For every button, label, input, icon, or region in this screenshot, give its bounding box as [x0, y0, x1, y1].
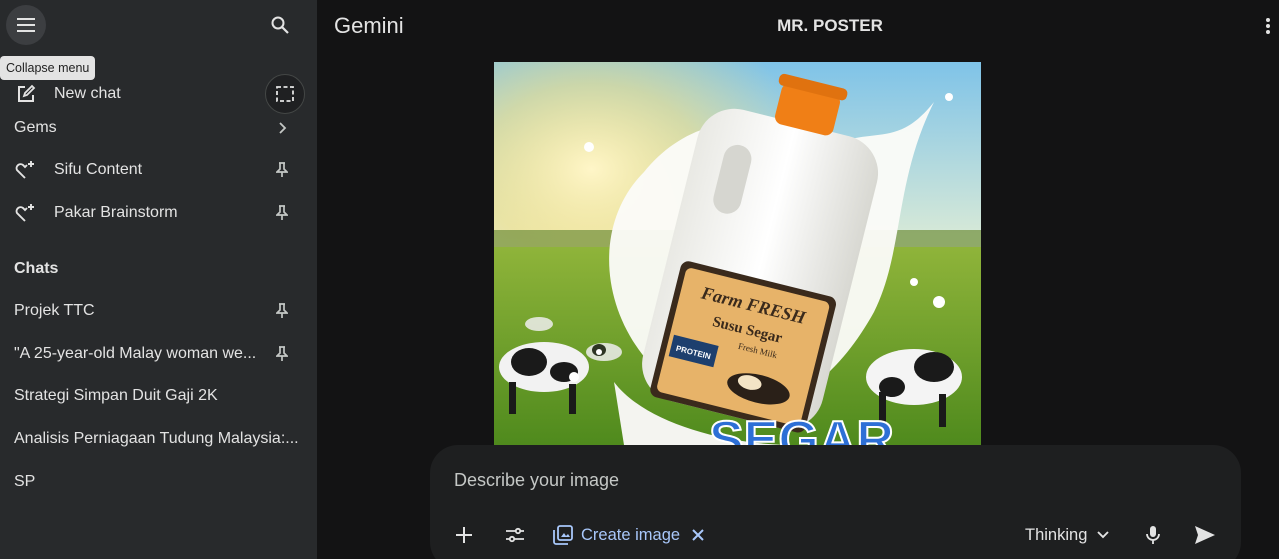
add-button[interactable]	[450, 521, 478, 549]
gem-sparkle-icon	[14, 201, 38, 225]
chevron-right-icon	[270, 116, 294, 140]
pin-icon[interactable]	[270, 158, 294, 182]
chat-item[interactable]: Projek TTC	[0, 291, 317, 331]
menu-button[interactable]	[6, 5, 46, 45]
search-button[interactable]	[260, 5, 300, 45]
send-icon	[1195, 526, 1215, 544]
chevron-down-icon	[1097, 531, 1110, 539]
more-options-button[interactable]	[1258, 10, 1278, 42]
hamburger-icon	[17, 18, 35, 32]
dashed-square-icon	[276, 86, 294, 102]
more-vert-icon	[1266, 18, 1270, 34]
image-stack-icon	[553, 525, 573, 545]
chat-item[interactable]: Strategi Simpan Duit Gaji 2K	[0, 376, 317, 416]
close-icon[interactable]	[692, 529, 704, 541]
chat-label: SP	[14, 473, 36, 490]
gem-label: Pakar Brainstorm	[54, 204, 178, 221]
tune-icon	[506, 527, 524, 543]
chat-label: Projek TTC	[14, 302, 95, 319]
chat-label: "A 25-year-old Malay woman we...	[14, 345, 257, 362]
prompt-input[interactable]	[454, 465, 1054, 495]
sidebar: Collapse menu New chat Gems Sifu Content…	[0, 0, 317, 559]
pin-icon[interactable]	[270, 342, 294, 366]
chats-title: Chats	[14, 260, 59, 277]
plus-icon	[456, 527, 472, 543]
model-label: Thinking	[1025, 525, 1088, 544]
chat-item[interactable]: Analisis Perniagaan Tudung Malaysia:...	[0, 419, 317, 459]
gem-label: Sifu Content	[54, 161, 143, 178]
microphone-button[interactable]	[1139, 521, 1167, 549]
chat-label: Analisis Perniagaan Tudung Malaysia:...	[14, 430, 299, 447]
new-chat-label: New chat	[54, 85, 121, 102]
collapse-menu-tooltip: Collapse menu	[0, 56, 96, 80]
create-image-label: Create image	[581, 525, 681, 544]
search-icon	[271, 16, 289, 34]
model-selector[interactable]: Thinking	[1025, 521, 1110, 549]
chat-item[interactable]: "A 25-year-old Malay woman we...	[0, 334, 317, 374]
gemini-logo-text[interactable]: Gemini	[334, 13, 404, 39]
gems-header[interactable]: Gems	[0, 108, 317, 148]
gems-title: Gems	[14, 119, 57, 136]
gem-sparkle-icon	[14, 158, 38, 182]
chat-label: Strategi Simpan Duit Gaji 2K	[14, 387, 218, 404]
send-button[interactable]	[1191, 521, 1219, 549]
pin-icon[interactable]	[270, 201, 294, 225]
poster-banner-text: SEGAR	[709, 411, 894, 445]
pin-icon[interactable]	[270, 299, 294, 323]
gem-item[interactable]: Sifu Content	[0, 150, 317, 190]
gem-item[interactable]: Pakar Brainstorm	[0, 193, 317, 233]
create-image-chip[interactable]: Create image	[553, 521, 704, 549]
generated-image[interactable]: Farm FRESH Susu Segar Fresh Milk PROTEIN…	[494, 62, 981, 445]
prompt-composer: Create image Thinking	[430, 445, 1241, 559]
edit-icon	[14, 82, 38, 106]
microphone-icon	[1146, 526, 1160, 544]
chat-item[interactable]: SP	[0, 462, 317, 502]
chat-title: MR. POSTER	[777, 16, 883, 35]
tools-button[interactable]	[501, 521, 529, 549]
